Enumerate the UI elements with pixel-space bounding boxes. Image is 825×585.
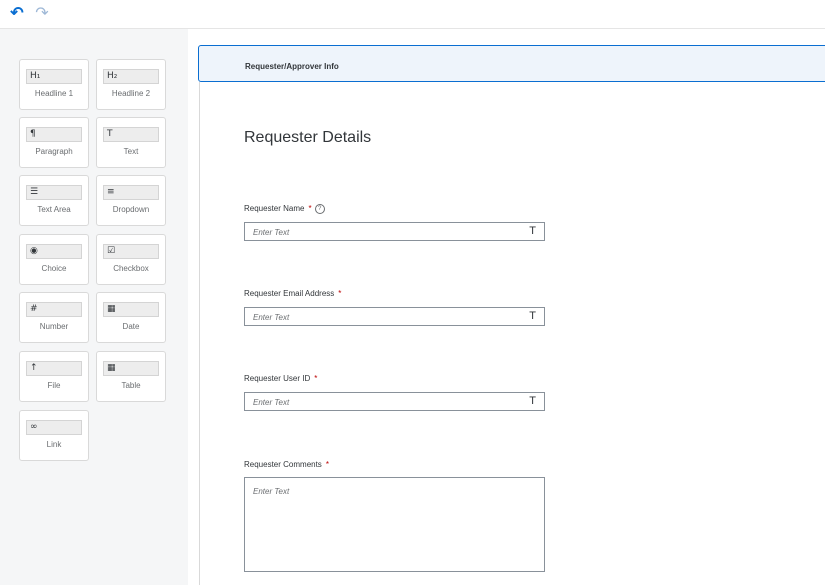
- palette-item-link[interactable]: ∞ Link: [19, 410, 89, 461]
- text-type-icon: T: [529, 310, 536, 322]
- form-heading: Requester Details: [244, 129, 372, 146]
- text-type-icon: T: [529, 225, 536, 237]
- required-marker: *: [308, 204, 312, 214]
- palette-item-paragraph[interactable]: ¶ Paragraph: [19, 117, 89, 168]
- palette-item-date[interactable]: ▦ Date: [96, 292, 166, 343]
- palette-item-label: Text: [123, 147, 139, 156]
- palette-item-label: Dropdown: [112, 205, 150, 214]
- requester-email-input[interactable]: Enter Text T: [244, 307, 545, 326]
- palette-item-label: Date: [122, 322, 140, 331]
- palette-item-label: Text Area: [37, 205, 71, 214]
- requester-comments-label: Requester Comments *: [244, 460, 329, 469]
- palette-item-table[interactable]: ▦ Table: [96, 351, 166, 402]
- palette-item-text-area[interactable]: ☰ Text Area: [19, 175, 89, 226]
- field-label-text: Requester Email Address: [244, 289, 335, 298]
- palette-item-label: Headline 2: [111, 89, 151, 98]
- palette-item-headline-1[interactable]: H₁ Headline 1: [19, 59, 89, 110]
- requester-user-id-label: Requester User ID *: [244, 374, 317, 383]
- field-label-text: Requester Name: [244, 204, 305, 214]
- palette-item-file[interactable]: ↑ File: [19, 351, 89, 402]
- canvas-divider: [199, 82, 200, 585]
- palette-item-label: Paragraph: [35, 147, 73, 156]
- dropdown-icon: ≡: [103, 185, 159, 200]
- paragraph-icon: ¶: [26, 127, 82, 142]
- palette-item-label: Number: [39, 322, 69, 331]
- field-label-text: Requester User ID: [244, 374, 311, 383]
- requester-name-label: Requester Name *?: [244, 204, 325, 214]
- requester-email-label: Requester Email Address *: [244, 289, 341, 298]
- palette-item-dropdown[interactable]: ≡ Dropdown: [96, 175, 166, 226]
- required-marker: *: [338, 289, 342, 298]
- input-placeholder: Enter Text: [253, 313, 290, 322]
- number-icon: #: [26, 302, 82, 317]
- palette-item-label: Link: [46, 440, 62, 449]
- redo-icon[interactable]: ↷: [33, 4, 51, 22]
- palette-item-label: File: [47, 381, 61, 390]
- text-type-icon: T: [529, 395, 536, 407]
- file-upload-icon: ↑: [26, 361, 82, 376]
- element-palette: H₁ Headline 1 H₂ Headline 2 ¶ Paragraph …: [0, 29, 188, 585]
- text-icon: T: [103, 127, 159, 142]
- required-marker: *: [325, 460, 329, 469]
- palette-item-label: Headline 1: [34, 89, 74, 98]
- checkbox-icon: ☑: [103, 244, 159, 259]
- palette-item-label: Checkbox: [113, 264, 149, 273]
- palette-item-label: Table: [121, 381, 141, 390]
- palette-item-label: Choice: [41, 264, 67, 273]
- headline1-icon: H₁: [26, 69, 82, 84]
- input-placeholder: Enter Text: [253, 398, 290, 407]
- input-placeholder: Enter Text: [253, 487, 290, 496]
- undo-icon[interactable]: ↶: [8, 4, 26, 22]
- input-placeholder: Enter Text: [253, 228, 290, 237]
- headline2-icon: H₂: [103, 69, 159, 84]
- requester-name-input[interactable]: Enter Text T: [244, 222, 545, 241]
- section-title: Requester/Approver Info: [245, 62, 339, 71]
- field-label-text: Requester Comments: [244, 460, 322, 469]
- date-icon: ▦: [103, 302, 159, 317]
- link-icon: ∞: [26, 420, 82, 435]
- help-icon[interactable]: ?: [314, 204, 325, 214]
- required-marker: *: [314, 374, 318, 383]
- palette-item-checkbox[interactable]: ☑ Checkbox: [96, 234, 166, 285]
- palette-item-headline-2[interactable]: H₂ Headline 2: [96, 59, 166, 110]
- requester-user-id-input[interactable]: Enter Text T: [244, 392, 545, 411]
- requester-comments-textarea[interactable]: Enter Text: [244, 477, 545, 572]
- text-area-icon: ☰: [26, 185, 82, 200]
- palette-item-text[interactable]: T Text: [96, 117, 166, 168]
- section-tab-requester-approver-info[interactable]: Requester/Approver Info: [198, 45, 825, 82]
- table-icon: ▦: [103, 361, 159, 376]
- toolbar: ↶ ↷: [0, 0, 825, 29]
- palette-item-number[interactable]: # Number: [19, 292, 89, 343]
- palette-item-choice[interactable]: ◉ Choice: [19, 234, 89, 285]
- choice-icon: ◉: [26, 244, 82, 259]
